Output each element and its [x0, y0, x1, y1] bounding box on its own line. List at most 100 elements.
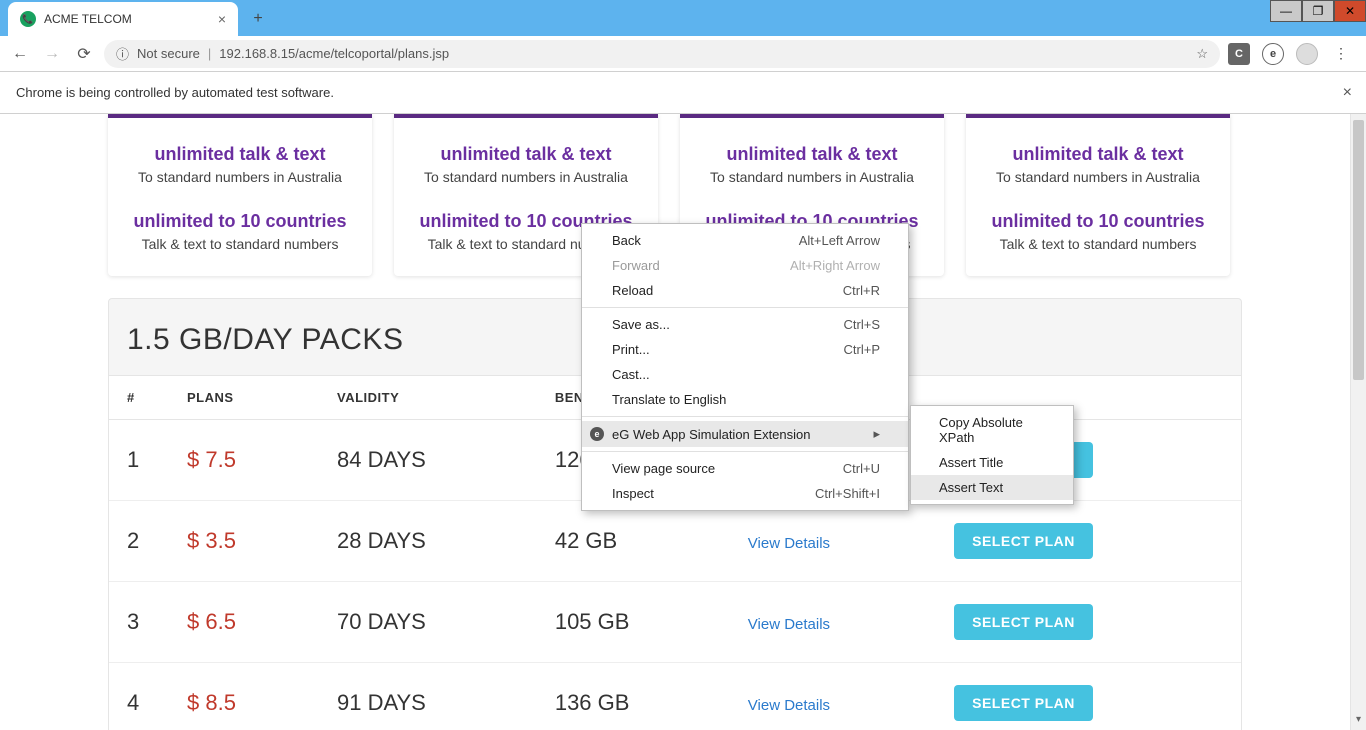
context-submenu: Copy Absolute XPathAssert TitleAssert Te…: [910, 405, 1074, 505]
card-subtext: To standard numbers in Australia: [976, 169, 1220, 185]
context-menu-shortcut: Ctrl+Shift+I: [815, 486, 880, 501]
reload-button[interactable]: ⟳: [72, 42, 96, 66]
extension-icon: e: [590, 427, 604, 441]
automation-infobar: Chrome is being controlled by automated …: [0, 72, 1366, 114]
context-menu-label: Cast...: [612, 367, 650, 382]
cell-benefit: 42 GB: [537, 501, 730, 582]
select-plan-button[interactable]: SELECT PLAN: [954, 685, 1093, 721]
vertical-scrollbar[interactable]: ▾: [1350, 114, 1366, 730]
context-menu-item[interactable]: Translate to English: [582, 387, 908, 412]
view-details-link[interactable]: View Details: [748, 535, 830, 552]
toolbar-right: C e ⋮: [1228, 43, 1358, 65]
context-menu-label: Print...: [612, 342, 650, 357]
browser-tab[interactable]: ACME TELCOM ×: [8, 2, 238, 36]
cell-action: SELECT PLAN: [936, 582, 1241, 663]
browser-toolbar: ← → ⟳ ⓘ Not secure | 192.168.8.15/acme/t…: [0, 36, 1366, 72]
back-button[interactable]: ←: [8, 42, 32, 66]
context-menu-item[interactable]: Cast...: [582, 362, 908, 387]
context-menu: BackAlt+Left ArrowForwardAlt+Right Arrow…: [581, 223, 909, 511]
card-heading-2: unlimited to 10 countries: [118, 211, 362, 232]
table-row: 2$ 3.528 DAYS42 GBView DetailsSELECT PLA…: [109, 501, 1241, 582]
context-menu-item[interactable]: Print... Ctrl+P: [582, 337, 908, 362]
card-subtext: To standard numbers in Australia: [404, 169, 648, 185]
card-subtext-2: Talk & text to standard numbers: [976, 236, 1220, 252]
context-menu-label: View page source: [612, 461, 715, 476]
context-menu-label: Translate to English: [612, 392, 726, 407]
menu-button[interactable]: ⋮: [1330, 43, 1352, 65]
submenu-arrow-icon: ▸: [873, 426, 880, 442]
table-row: 3$ 6.570 DAYS105 GBView DetailsSELECT PL…: [109, 582, 1241, 663]
context-menu-item[interactable]: Inspect Ctrl+Shift+I: [582, 481, 908, 506]
card-subtext: To standard numbers in Australia: [690, 169, 934, 185]
col-validity: VALIDITY: [319, 376, 537, 420]
card-subtext-2: Talk & text to standard numbers: [118, 236, 362, 252]
context-menu-label: Forward: [612, 258, 660, 273]
cell-validity: 84 DAYS: [319, 420, 537, 501]
scrollbar-down-arrow[interactable]: ▾: [1351, 714, 1366, 730]
infobar-close-icon[interactable]: ×: [1343, 84, 1352, 102]
context-menu-label: Save as...: [612, 317, 670, 332]
select-plan-button[interactable]: SELECT PLAN: [954, 604, 1093, 640]
context-menu-item: ForwardAlt+Right Arrow: [582, 253, 908, 278]
separator: |: [208, 46, 211, 61]
card-heading: unlimited talk & text: [118, 144, 362, 165]
scrollbar-thumb[interactable]: [1353, 120, 1364, 380]
context-menu-item[interactable]: ReloadCtrl+R: [582, 278, 908, 303]
cell-action: SELECT PLAN: [936, 663, 1241, 730]
bookmark-star-icon[interactable]: ☆: [1196, 46, 1208, 62]
profile-button[interactable]: [1296, 43, 1318, 65]
cell-details: View Details: [730, 663, 936, 730]
context-menu-item[interactable]: View page source Ctrl+U: [582, 456, 908, 481]
card-heading: unlimited talk & text: [976, 144, 1220, 165]
card-subtext: To standard numbers in Australia: [118, 169, 362, 185]
cell-details: View Details: [730, 582, 936, 663]
context-menu-shortcut: Ctrl+U: [843, 461, 880, 476]
context-menu-label: Inspect: [612, 486, 654, 501]
tab-close-icon[interactable]: ×: [218, 11, 226, 27]
browser-titlebar: ACME TELCOM × + — ❐ ✕: [0, 0, 1366, 36]
address-bar[interactable]: ⓘ Not secure | 192.168.8.15/acme/telcopo…: [104, 40, 1220, 68]
submenu-item[interactable]: Assert Text: [911, 475, 1073, 500]
cell-benefit: 105 GB: [537, 582, 730, 663]
col-plans: PLANS: [169, 376, 319, 420]
cell-action: SELECT PLAN: [936, 501, 1241, 582]
cell-price: $ 7.5: [169, 420, 319, 501]
context-menu-separator: [582, 416, 908, 417]
extension-icon-1[interactable]: C: [1228, 43, 1250, 65]
cell-price: $ 3.5: [169, 501, 319, 582]
cell-validity: 91 DAYS: [319, 663, 537, 730]
context-menu-item[interactable]: BackAlt+Left Arrow: [582, 228, 908, 253]
context-menu-shortcut: Ctrl+R: [843, 283, 880, 298]
context-menu-shortcut: Ctrl+P: [844, 342, 880, 357]
window-controls: — ❐ ✕: [1270, 0, 1366, 22]
cell-num: 3: [109, 582, 169, 663]
tab-title: ACME TELCOM: [44, 12, 132, 26]
plan-card: unlimited talk & text To standard number…: [966, 114, 1230, 276]
url-text: 192.168.8.15/acme/telcoportal/plans.jsp: [219, 46, 449, 61]
security-text: Not secure: [137, 46, 200, 61]
card-heading-2: unlimited to 10 countries: [976, 211, 1220, 232]
col-num: #: [109, 376, 169, 420]
window-close-button[interactable]: ✕: [1334, 0, 1366, 22]
cell-num: 4: [109, 663, 169, 730]
cell-num: 1: [109, 420, 169, 501]
context-menu-item[interactable]: Save as...Ctrl+S: [582, 312, 908, 337]
window-maximize-button[interactable]: ❐: [1302, 0, 1334, 22]
submenu-item[interactable]: Copy Absolute XPath: [911, 410, 1073, 450]
select-plan-button[interactable]: SELECT PLAN: [954, 523, 1093, 559]
context-menu-item[interactable]: eeG Web App Simulation Extension▸: [582, 421, 908, 447]
context-menu-separator: [582, 307, 908, 308]
context-menu-shortcut: Alt+Left Arrow: [799, 233, 880, 248]
cell-validity: 28 DAYS: [319, 501, 537, 582]
view-details-link[interactable]: View Details: [748, 697, 830, 714]
extension-icon-2[interactable]: e: [1262, 43, 1284, 65]
plan-card: unlimited talk & text To standard number…: [108, 114, 372, 276]
new-tab-button[interactable]: +: [244, 5, 272, 33]
window-minimize-button[interactable]: —: [1270, 0, 1302, 22]
cell-price: $ 8.5: [169, 663, 319, 730]
tab-favicon: [20, 11, 36, 27]
card-heading: unlimited talk & text: [404, 144, 648, 165]
submenu-item[interactable]: Assert Title: [911, 450, 1073, 475]
view-details-link[interactable]: View Details: [748, 616, 830, 633]
cell-benefit: 136 GB: [537, 663, 730, 730]
